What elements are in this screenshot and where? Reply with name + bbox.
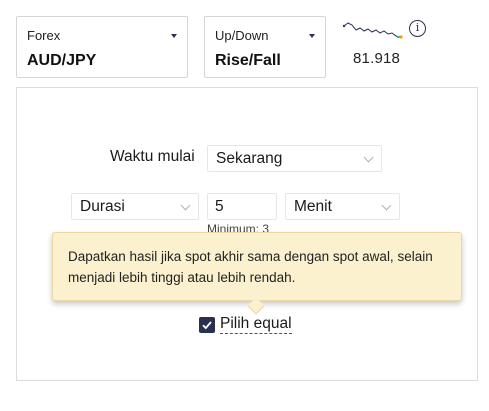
duration-amount-input[interactable] (207, 193, 277, 220)
checkmark-icon (202, 321, 212, 330)
start-time-label: Waktu mulai (110, 148, 195, 165)
duration-period-select[interactable]: Menit (285, 193, 400, 220)
underlying-value: AUD/JPY (27, 52, 97, 69)
equal-label[interactable]: Pilih equal (220, 314, 292, 334)
duration-period-value: Menit (294, 198, 332, 215)
caret-down-icon (171, 34, 177, 38)
chevron-down-icon (381, 200, 392, 211)
start-time-value: Sekarang (216, 150, 283, 167)
equal-checkbox[interactable] (199, 317, 215, 333)
underlying-category: Forex (27, 28, 61, 43)
trade-type-value: Rise/Fall (215, 52, 281, 69)
underlying-selector[interactable]: Forex AUD/JPY (16, 16, 188, 78)
trade-type-category: Up/Down (215, 28, 269, 43)
equal-tooltip: Dapatkan hasil jika spot akhir sama deng… (52, 232, 462, 301)
chevron-down-icon (363, 152, 374, 163)
duration-type-select[interactable]: Durasi (71, 193, 199, 220)
trade-type-selector[interactable]: Up/Down Rise/Fall (204, 16, 326, 78)
chevron-down-icon (180, 200, 191, 211)
tooltip-text: Dapatkan hasil jika spot akhir sama deng… (68, 249, 433, 285)
start-time-select[interactable]: Sekarang (207, 145, 382, 172)
duration-type-value: Durasi (80, 198, 125, 215)
spot-price: 81.918 (353, 50, 401, 67)
info-circle-icon[interactable]: i (409, 20, 426, 37)
caret-down-icon (309, 34, 315, 38)
sparkline-chart-icon (342, 22, 403, 39)
